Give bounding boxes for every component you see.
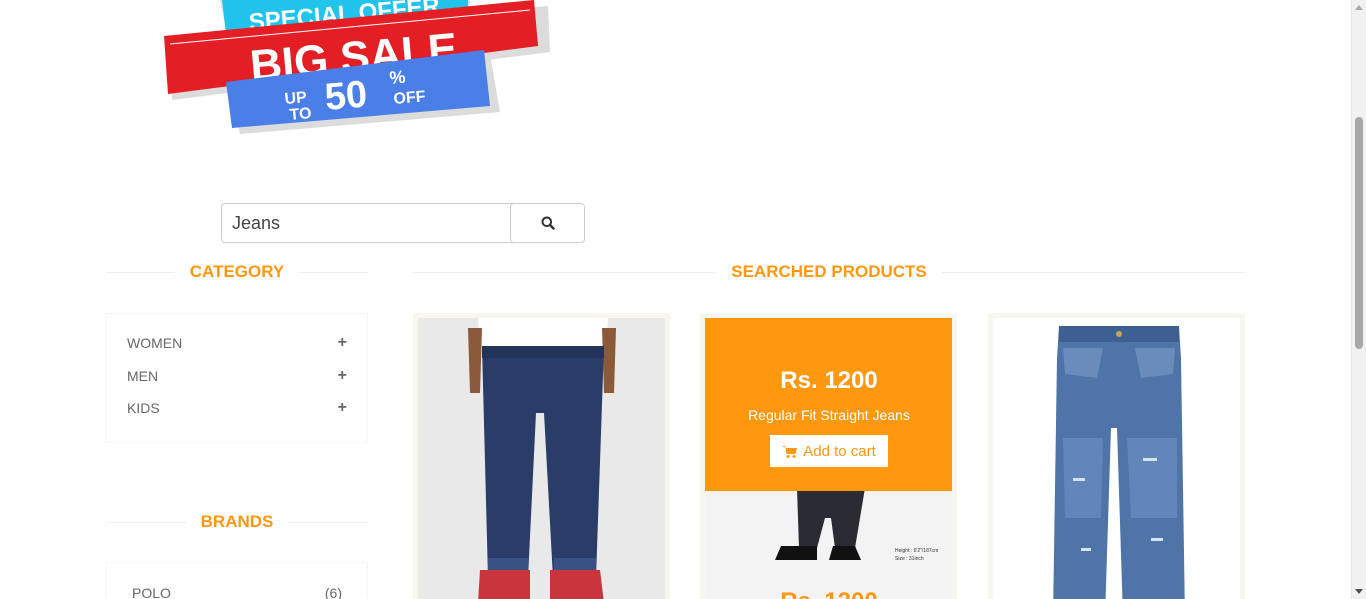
search-bar — [221, 203, 585, 243]
brands-title: BRANDS — [200, 512, 274, 531]
product-card[interactable] — [413, 313, 670, 599]
divider — [299, 271, 369, 273]
category-heading: CATEGORY — [106, 262, 369, 282]
search-button[interactable] — [510, 203, 585, 243]
category-label: MEN — [127, 367, 159, 384]
searched-products-title: SEARCHED PRODUCTS — [731, 262, 927, 281]
product-card[interactable]: Height : 6'2"/187cm Size : 31inch Rs. 12… — [700, 313, 957, 599]
category-label: WOMEN — [127, 335, 183, 352]
plus-icon[interactable]: + — [338, 334, 347, 352]
product-price: Rs. 1200 — [780, 367, 878, 394]
brand-count: (6) — [324, 585, 342, 599]
scroll-up-arrow-icon[interactable] — [1355, 5, 1363, 10]
scroll-down-arrow-icon[interactable] — [1355, 589, 1363, 594]
divider — [413, 271, 717, 273]
category-item-men[interactable]: MEN + — [107, 360, 367, 393]
category-title: CATEGORY — [189, 262, 285, 281]
banner-to-text: TO — [289, 105, 312, 124]
product-card[interactable] — [988, 313, 1245, 599]
product-image-distressed-jeans — [993, 318, 1240, 599]
brand-label: POLO — [132, 585, 171, 599]
brand-item-polo[interactable]: POLO (6) — [107, 578, 367, 599]
banner-percent-sign: % — [389, 67, 407, 88]
cart-icon — [782, 445, 798, 458]
brands-panel: POLO (6) — [106, 562, 368, 599]
product-price-bottom: Rs. 1200 — [705, 588, 952, 599]
product-image-dark-jeans — [418, 318, 665, 599]
plus-icon[interactable]: + — [338, 399, 347, 417]
add-to-cart-label: Add to cart — [803, 442, 876, 460]
divider — [288, 521, 369, 523]
product-name: Regular Fit Straight Jeans — [748, 407, 910, 423]
searched-products-heading: SEARCHED PRODUCTS — [413, 262, 1245, 282]
category-item-women[interactable]: WOMEN + — [107, 327, 367, 360]
banner-off-text: OFF — [393, 88, 427, 108]
category-label: KIDS — [127, 400, 160, 417]
search-icon — [541, 216, 555, 230]
banner-percent-text: 50 — [323, 73, 369, 119]
divider — [106, 271, 175, 273]
divider — [941, 271, 1245, 273]
model-height-note: Height : 6'2"/187cm — [895, 548, 938, 554]
plus-icon[interactable]: + — [338, 367, 347, 385]
model-size-note: Size : 31inch — [895, 556, 924, 562]
divider — [106, 521, 186, 523]
sale-banner: SPECIAL OFFER BIG SALE UP TO 50 % OFF — [160, 0, 560, 140]
category-item-kids[interactable]: KIDS + — [107, 392, 367, 425]
scroll-thumb[interactable] — [1355, 117, 1363, 349]
add-to-cart-button[interactable]: Add to cart — [770, 435, 888, 467]
product-overlay: Rs. 1200 Regular Fit Straight Jeans Add … — [705, 318, 952, 491]
page-scrollbar[interactable] — [1351, 0, 1366, 599]
category-panel: WOMEN + MEN + KIDS + — [106, 313, 368, 443]
search-input[interactable] — [221, 203, 513, 243]
brands-heading: BRANDS — [106, 512, 369, 532]
